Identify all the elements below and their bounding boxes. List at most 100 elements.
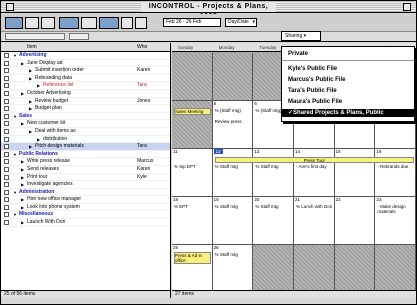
outline-row[interactable]: ▶ June Display ad	[1, 60, 170, 68]
disclosure-triangle-icon[interactable]: ▶	[21, 158, 24, 166]
outline-row[interactable]: ▶ Pitch design materials Tara	[1, 143, 170, 151]
calendar-day-cell[interactable]	[253, 245, 294, 293]
disclosure-triangle-icon[interactable]: ▶	[21, 219, 24, 227]
sort-button[interactable]	[69, 33, 89, 40]
disclosure-triangle-icon[interactable]: ▶	[21, 204, 24, 212]
disclosure-triangle-icon[interactable]: ▶	[21, 196, 24, 204]
calendar-event[interactable]: Press & Ad in office	[174, 252, 211, 264]
calendar-day-cell[interactable]	[375, 245, 416, 293]
disclosure-triangle-icon[interactable]: ▶	[21, 174, 24, 182]
sharing-menu-item[interactable]: Kyle's Public File	[282, 65, 414, 73]
disclosure-triangle-icon[interactable]: ▶	[37, 82, 40, 90]
checkbox[interactable]	[4, 212, 9, 218]
calendar-day-cell[interactable]	[294, 245, 335, 293]
outline-row[interactable]: ▼ Sales	[1, 113, 170, 121]
checkbox[interactable]	[4, 166, 9, 172]
disclosure-triangle-icon[interactable]: ▶	[21, 60, 24, 68]
checkbox[interactable]	[4, 83, 9, 89]
calendar-event[interactable]: % Lunch with Don	[296, 204, 333, 209]
disclosure-triangle-icon[interactable]: ▶	[29, 105, 32, 113]
schedule-view-icon[interactable]	[99, 17, 119, 29]
disclosure-triangle-icon[interactable]: ▼	[13, 113, 17, 121]
checkbox[interactable]	[4, 204, 9, 210]
outline-row[interactable]: ▶ Print tour Kyle	[1, 174, 170, 182]
calendar-event[interactable]: % Sip EPT	[174, 164, 211, 169]
outline-row[interactable]: ▶ Send releases Karen	[1, 166, 170, 174]
disclosure-triangle-icon[interactable]: ▶	[21, 90, 24, 98]
checkbox[interactable]	[4, 68, 9, 74]
outline-row[interactable]: ▼ Administration	[1, 189, 170, 197]
close-box[interactable]	[6, 3, 14, 11]
disclosure-triangle-icon[interactable]: ▼	[13, 189, 17, 197]
outline-row[interactable]: ▶ Launch With Don	[1, 219, 170, 227]
checkbox[interactable]	[4, 182, 9, 188]
calendar-event[interactable]: % Staff mtg	[215, 252, 252, 257]
checkbox[interactable]	[4, 106, 9, 112]
outline-row[interactable]: ▶ Submit insertion order Karen	[1, 67, 170, 75]
checkbox[interactable]	[4, 174, 9, 180]
calendar-event[interactable]: - Rebrands due	[377, 164, 414, 169]
calendar-event[interactable]: % Staff mtg	[255, 164, 292, 169]
outline-row[interactable]: ▶ Hire new office manager	[1, 196, 170, 204]
disclosure-triangle-icon[interactable]: ▶	[21, 181, 24, 189]
checkbox[interactable]	[4, 136, 9, 142]
disclosure-triangle-icon[interactable]: ▶	[29, 128, 32, 136]
filter-icon[interactable]	[81, 17, 97, 29]
outline-filter-button[interactable]	[5, 33, 65, 40]
outline-row[interactable]: ▶ October Advertising	[1, 90, 170, 98]
calendar-event[interactable]: Sales Meeting	[174, 108, 211, 115]
calendar-event[interactable]: % Staff mtg	[255, 204, 292, 209]
print-icon[interactable]	[121, 17, 133, 29]
calendar-event[interactable]: - Ann's first day	[296, 164, 333, 169]
checkbox[interactable]	[4, 121, 9, 127]
outline-row[interactable]: ▼ Advertising	[1, 52, 170, 60]
notes-view-icon[interactable]	[41, 17, 55, 29]
disclosure-triangle-icon[interactable]: ▶	[29, 67, 32, 75]
outline-row[interactable]: ▶ Reference list Tara	[1, 82, 170, 90]
outline-row[interactable]: ▶ Write press release Marcus	[1, 158, 170, 166]
calendar-day-cell[interactable]	[334, 245, 376, 293]
disclosure-triangle-icon[interactable]: ▶	[29, 98, 32, 106]
tasks-view-icon[interactable]	[59, 17, 79, 29]
calendar-day-cell[interactable]	[172, 53, 213, 101]
disclosure-triangle-icon[interactable]: ▶	[29, 143, 32, 151]
checkbox[interactable]	[4, 151, 9, 157]
checkbox[interactable]	[4, 144, 9, 150]
checkbox[interactable]	[4, 75, 9, 81]
zoom-box[interactable]	[403, 3, 411, 11]
calendar-event[interactable]: % (Staff mtg)	[215, 108, 252, 113]
checkbox[interactable]	[4, 159, 9, 165]
checkbox[interactable]	[4, 60, 9, 66]
outline-row[interactable]: ▶ Deal with items as	[1, 128, 170, 136]
disclosure-triangle-icon[interactable]: ▼	[13, 151, 17, 159]
calendar-banner-event[interactable]: Press Tour	[214, 157, 414, 163]
outline-row[interactable]: ▼ Public Relations	[1, 151, 170, 159]
sharing-menu-item[interactable]: Maura's Public File	[282, 98, 414, 106]
outline-row[interactable]: ▶ New customer kit	[1, 120, 170, 128]
disclosure-triangle-icon[interactable]: ▼	[13, 211, 17, 219]
sharing-menu-item[interactable]: ✓Shared Projects & Plans, Public	[282, 109, 414, 117]
checkbox[interactable]	[4, 189, 9, 195]
calendar-event[interactable]: Review press	[215, 119, 252, 124]
outline-row[interactable]: ▼ Miscellaneous	[1, 211, 170, 220]
sharing-menu-item[interactable]: Private	[282, 50, 414, 58]
outline-row[interactable]: ▶ Investigate agencies	[1, 181, 170, 189]
outline-row[interactable]: ▶ Review budget Jones	[1, 98, 170, 106]
disclosure-triangle-icon[interactable]: ▼	[13, 52, 17, 60]
calendar-day-cell[interactable]: 11	[172, 149, 213, 197]
checkbox[interactable]	[4, 113, 9, 119]
outline-row[interactable]: ▶ Look into phone system	[1, 204, 170, 212]
calendar-event[interactable]: % EPT	[174, 204, 211, 209]
checkbox[interactable]	[4, 90, 9, 96]
outline-row[interactable]: ▶ Budget plan	[1, 105, 170, 113]
sharing-menu-item[interactable]: Marcus's Public File	[282, 76, 414, 84]
new-item-icon[interactable]	[135, 17, 147, 29]
disclosure-triangle-icon[interactable]: ▶	[37, 136, 40, 144]
sharing-menu-item[interactable]: Tara's Public File	[282, 87, 414, 95]
checkbox[interactable]	[4, 197, 9, 203]
checkbox[interactable]	[4, 53, 9, 58]
disclosure-triangle-icon[interactable]: ▶	[29, 75, 32, 83]
date-field[interactable]: Feb 26 - 26 Feb	[163, 18, 221, 27]
calendar-event[interactable]: % Staff mtg	[215, 204, 252, 209]
calendar-event[interactable]: % Staff mtg	[215, 164, 252, 169]
